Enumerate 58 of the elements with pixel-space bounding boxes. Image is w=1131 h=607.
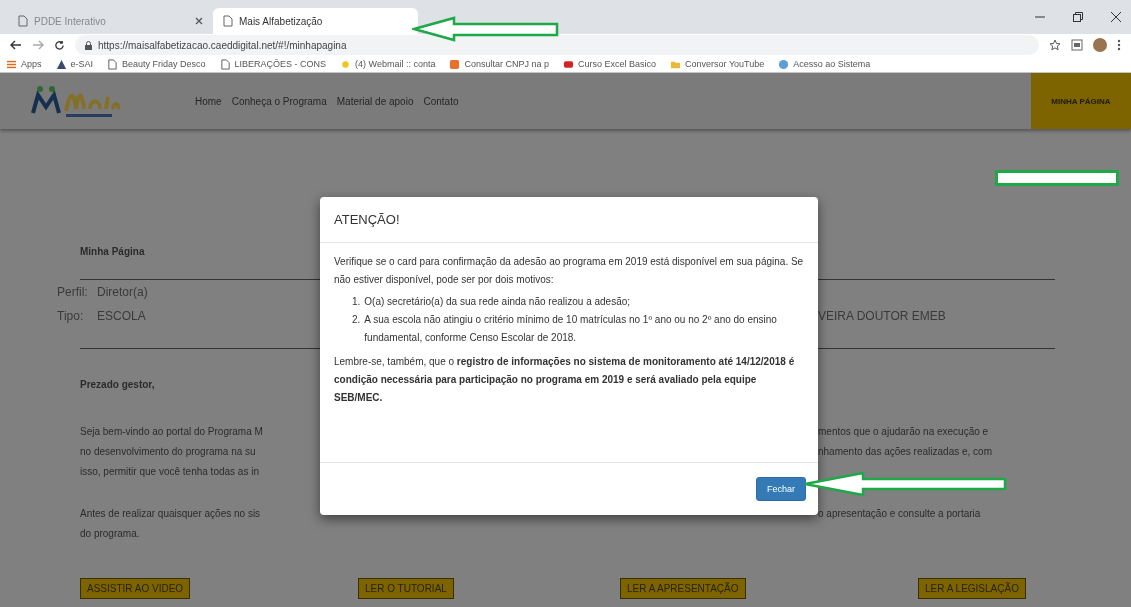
field-label: Tipo: [57, 308, 85, 325]
reload-icon[interactable] [54, 39, 65, 51]
field-value: ESCOLA [97, 308, 147, 325]
close-icon[interactable] [195, 17, 203, 25]
avatar-icon[interactable] [1093, 38, 1107, 52]
dialog-title: ATENÇÃO! [320, 197, 818, 243]
video-icon [563, 58, 575, 70]
list-item-text: A sua escola não atingiu o critério mínimo de 10 matrículas no 1º ano ou no 2º ano do ensino fundamental, conforme Censo Escolar de 2018. [364, 313, 778, 345]
paragraph-text: o apresentação e consulte a portaria [818, 507, 982, 521]
restore-icon[interactable] [1073, 12, 1083, 22]
bookmark[interactable]: e-SAI [55, 58, 94, 70]
paragraph-text: do programa. [80, 527, 141, 541]
browser-tab[interactable]: Mais Alfabetização [213, 8, 418, 34]
field-label: Perfil: [57, 284, 89, 301]
menu-icon[interactable] [1117, 39, 1121, 51]
list-number: 2. [352, 313, 361, 327]
page-icon [18, 15, 28, 27]
back-icon[interactable] [10, 40, 22, 50]
close-icon[interactable] [1111, 12, 1121, 22]
nav-link[interactable]: Home [195, 95, 222, 107]
bookmark[interactable]: Curso Excel Basico [563, 58, 657, 70]
bookmark[interactable]: LIBERAÇÕES - CONS [219, 58, 327, 70]
bookmark[interactable]: (4) Webmail :: conta [340, 58, 436, 70]
paragraph-text: isso, permitir que você tenha todas as in [80, 465, 260, 479]
list-item-text: O(a) secretário(a) da sua rede ainda não realizou a adesão; [364, 295, 631, 309]
nav-link[interactable]: Material de apoio [336, 95, 414, 107]
dialog-text: Verifique se o card para confirmação da adesão ao programa em 2019 está disponível em sua página. Se não estiver disponível, pode ser por dois motivos: [334, 255, 804, 287]
nav-link[interactable]: Contato [423, 95, 459, 107]
page-icon [223, 15, 233, 27]
paragraph-text: mentos que o ajudarão na execução e [818, 425, 990, 439]
triangle-icon [55, 58, 67, 70]
nav-link[interactable]: Conheça o Programa [231, 95, 327, 107]
paragraph-text: Antes de realizar quaisquer ações no sis [80, 507, 262, 521]
paragraph-text: Seja bem-vindo ao portal do Programa M [80, 425, 264, 439]
globe-icon [778, 58, 790, 70]
extension-icon[interactable] [1071, 39, 1083, 51]
page-icon [107, 58, 119, 70]
paragraph-text: no desenvolvimento do programa na su [80, 445, 257, 459]
field-value: VEIRA DOUTOR EMEB [818, 308, 947, 325]
page-icon [219, 58, 231, 70]
bookmark[interactable]: Conversor YouTube [670, 58, 765, 70]
dialog-note: Lembre-se, também, que o registro de informações no sistema de monitoramento até 14/12/2018 é condição necessária para participação no programa em 2019 e será avaliado pela equipe SEB/MEC. [334, 355, 796, 405]
bookmark[interactable]: Acesso ao Sistema [778, 58, 871, 70]
address-bar[interactable]: https://maisalfabetizacao.caeddigital.net/#!/minhapagina [75, 35, 1039, 55]
bookmark[interactable]: Apps [6, 58, 42, 70]
greeting-text: Prezado gestor, [80, 379, 155, 390]
square-icon [449, 58, 461, 70]
lock-icon [85, 40, 92, 50]
star-icon[interactable] [1049, 39, 1061, 51]
field-value: Diretor(a) [97, 284, 149, 301]
bookmark[interactable]: Beauty Friday Desco [107, 58, 206, 70]
dot-icon [340, 58, 352, 70]
bookmark[interactable]: Consultar CNPJ na p [449, 58, 550, 70]
grid-icon [6, 58, 17, 70]
page-heading: Minha Página [80, 244, 145, 259]
close-button[interactable]: Fechar [756, 477, 806, 501]
list-number: 1. [352, 295, 361, 309]
paragraph-text: nhamento das ações realizadas e, com [818, 445, 993, 459]
